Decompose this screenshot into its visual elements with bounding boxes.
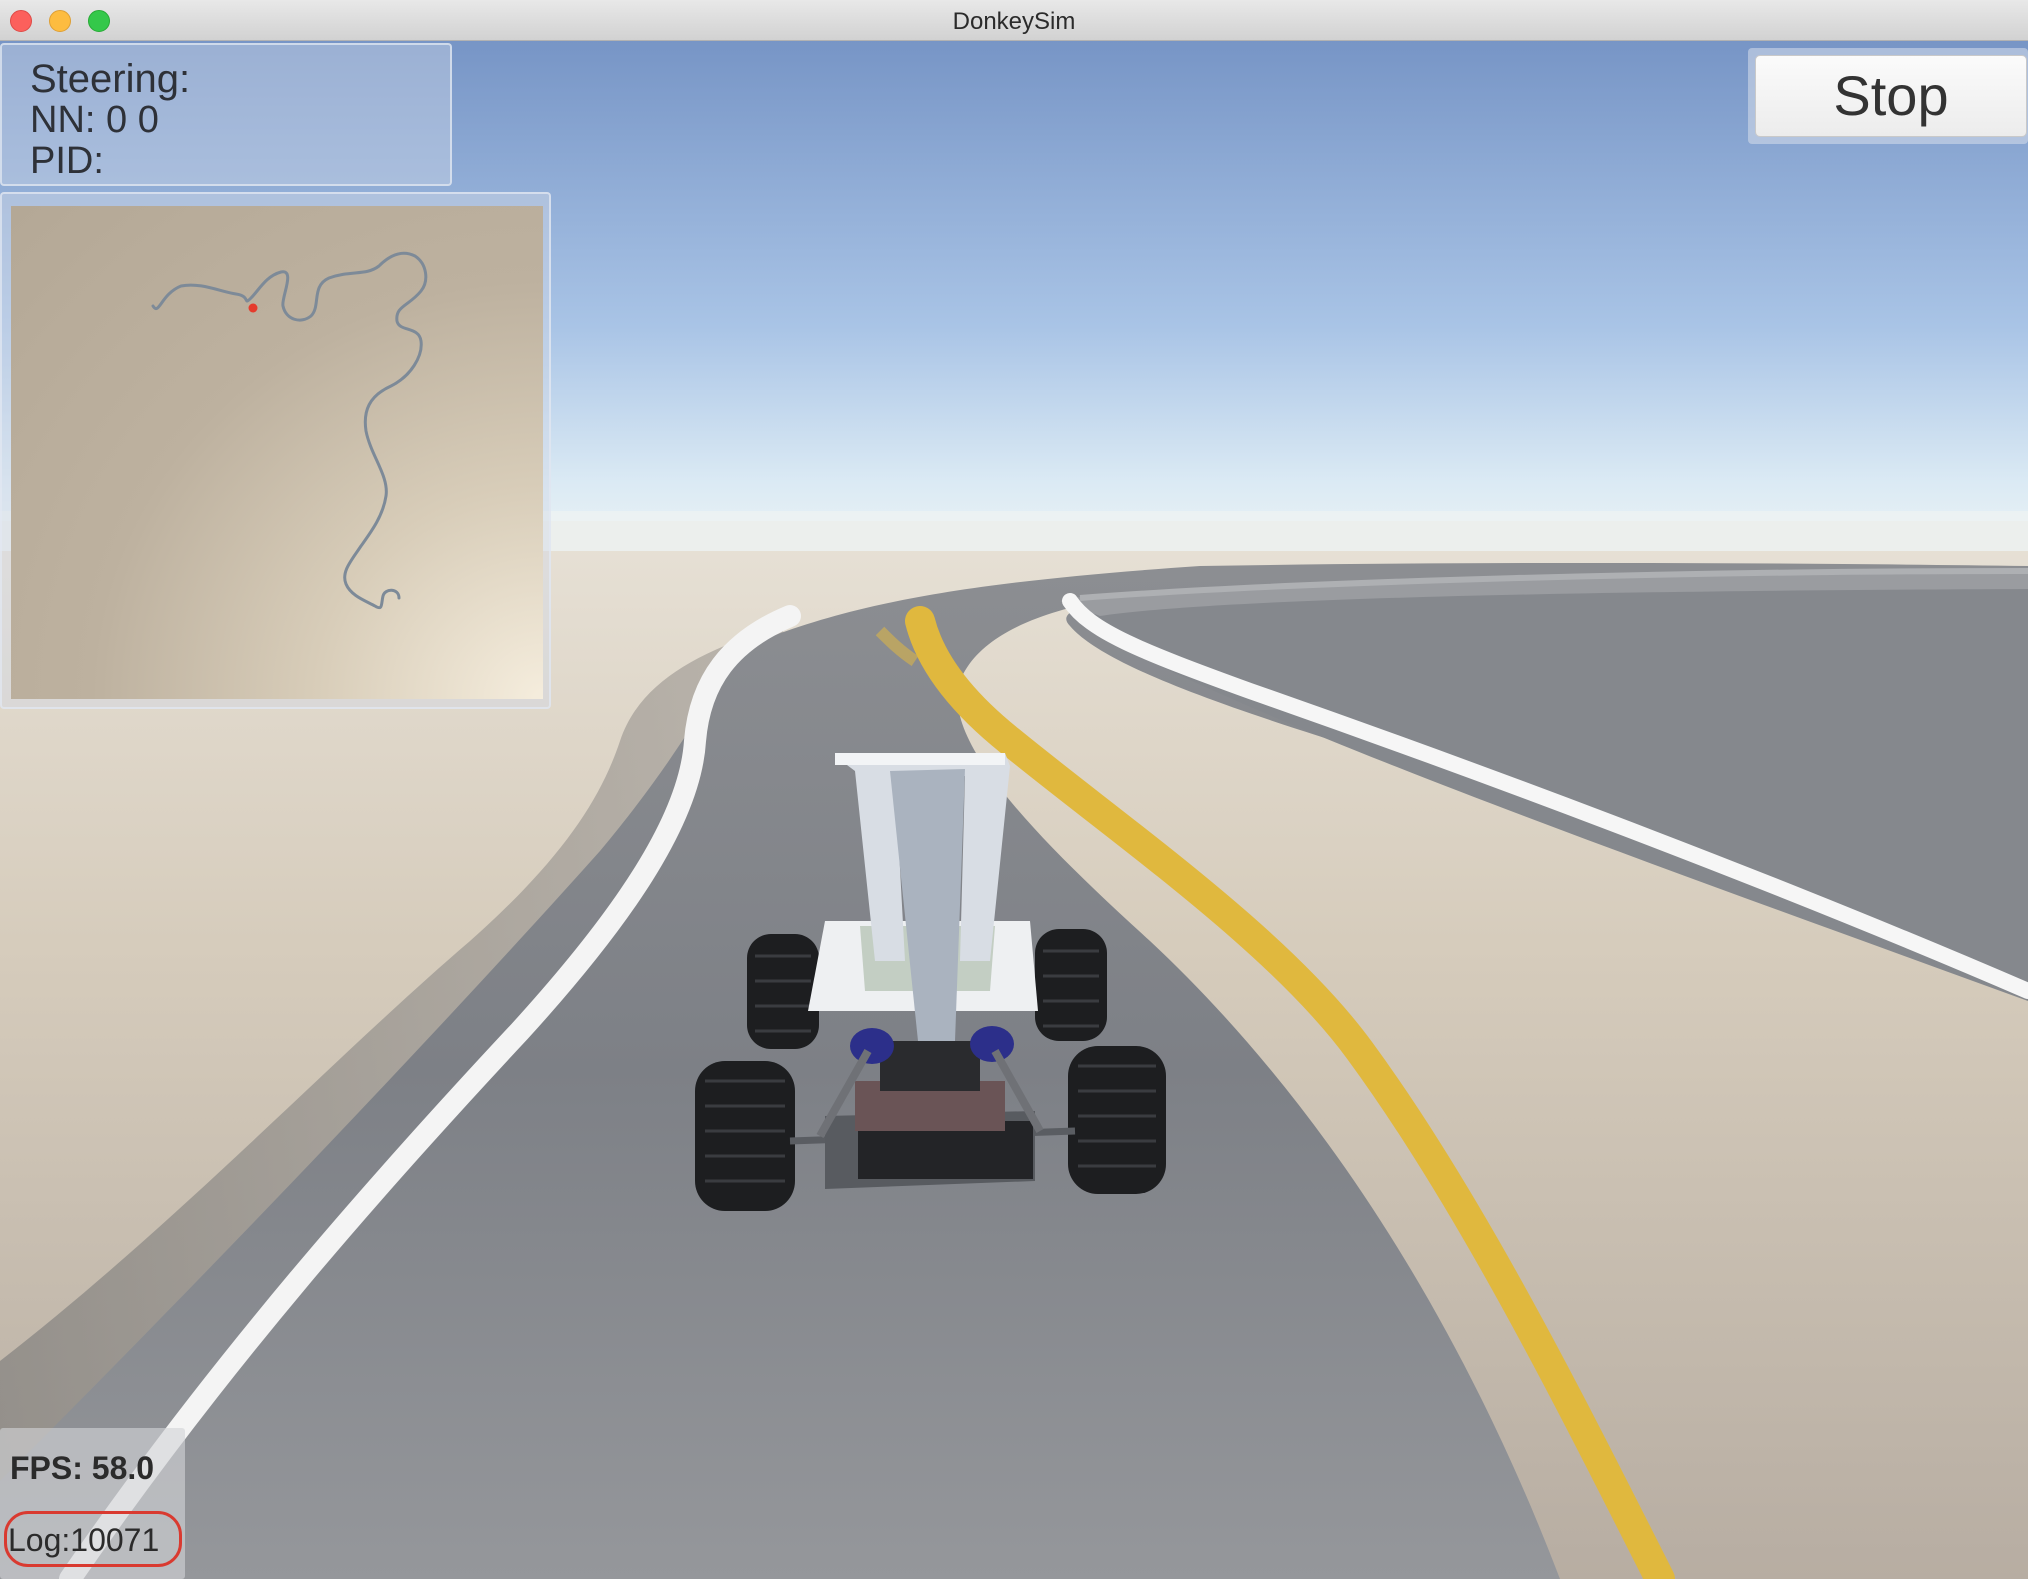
rear-left-wheel bbox=[695, 1061, 795, 1211]
minimap-car-marker bbox=[248, 303, 258, 313]
steering-info-panel: Steering: NN: 0 0 PID: bbox=[0, 43, 452, 186]
pid-label: PID: bbox=[30, 140, 104, 182]
log-highlight-circle bbox=[4, 1511, 182, 1567]
window-title: DonkeySim bbox=[952, 8, 1076, 35]
stop-button-panel: Stop bbox=[1748, 48, 2028, 144]
rear-right-wheel bbox=[1068, 1046, 1166, 1194]
steering-label: Steering: bbox=[30, 57, 191, 101]
title-bar: DonkeySim bbox=[0, 0, 2028, 41]
minimap-track bbox=[151, 251, 428, 610]
stats-panel: FPS: 58.0 Log:10071 bbox=[0, 1428, 185, 1579]
stop-button[interactable]: Stop bbox=[1755, 55, 2027, 137]
minimap-panel bbox=[0, 192, 551, 709]
nn-value: NN: 0 0 bbox=[30, 99, 159, 141]
front-right-wheel bbox=[1035, 929, 1107, 1041]
app-window: DonkeySim Steering: NN: 0 0 PID: Stop FP… bbox=[0, 0, 2028, 1579]
minimap bbox=[11, 206, 543, 699]
fps-counter: FPS: 58.0 bbox=[10, 1450, 155, 1486]
